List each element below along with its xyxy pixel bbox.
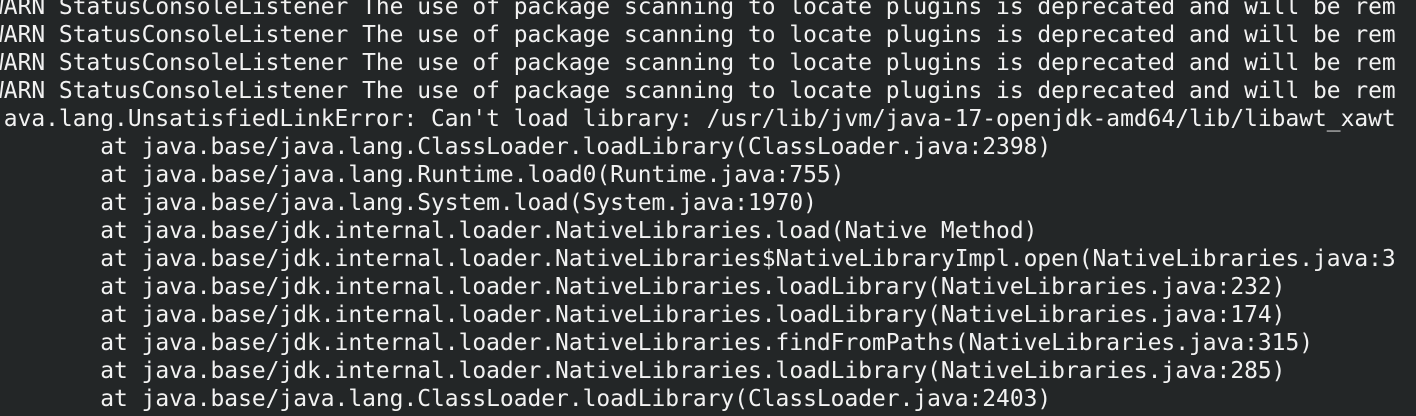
log-line-warn: WARN StatusConsoleListener The use of pa… bbox=[0, 22, 1396, 48]
stack-trace-line: at java.base/jdk.internal.loader.NativeL… bbox=[0, 274, 1286, 300]
terminal-text: WARN StatusConsoleListener The use of pa… bbox=[0, 0, 1396, 413]
log-line-warn: WARN StatusConsoleListener The use of pa… bbox=[0, 50, 1396, 76]
stack-trace-line: at java.base/jdk.internal.loader.NativeL… bbox=[0, 218, 1038, 244]
stack-trace-line: at java.base/jdk.internal.loader.NativeL… bbox=[0, 330, 1314, 356]
stack-trace-line: at java.base/jdk.internal.loader.NativeL… bbox=[0, 358, 1286, 384]
stack-trace-line: at java.base/java.lang.ClassLoader.loadL… bbox=[0, 386, 1052, 412]
stack-trace-line: at java.base/jdk.internal.loader.NativeL… bbox=[0, 246, 1396, 272]
log-line-warn: WARN StatusConsoleListener The use of pa… bbox=[0, 78, 1396, 104]
stack-trace-line: at java.base/jdk.internal.loader.NativeL… bbox=[0, 302, 1286, 328]
stack-trace-line: at java.base/java.lang.Runtime.load0(Run… bbox=[0, 162, 845, 188]
terminal-output[interactable]: WARN StatusConsoleListener The use of pa… bbox=[0, 0, 1416, 416]
log-line-warn: WARN StatusConsoleListener The use of pa… bbox=[0, 0, 1396, 20]
stack-trace-line: at java.base/java.lang.System.load(Syste… bbox=[0, 190, 817, 216]
stack-trace-line: at java.base/java.lang.ClassLoader.loadL… bbox=[0, 134, 1052, 160]
error-message-line: java.lang.UnsatisfiedLinkError: Can't lo… bbox=[0, 106, 1396, 132]
